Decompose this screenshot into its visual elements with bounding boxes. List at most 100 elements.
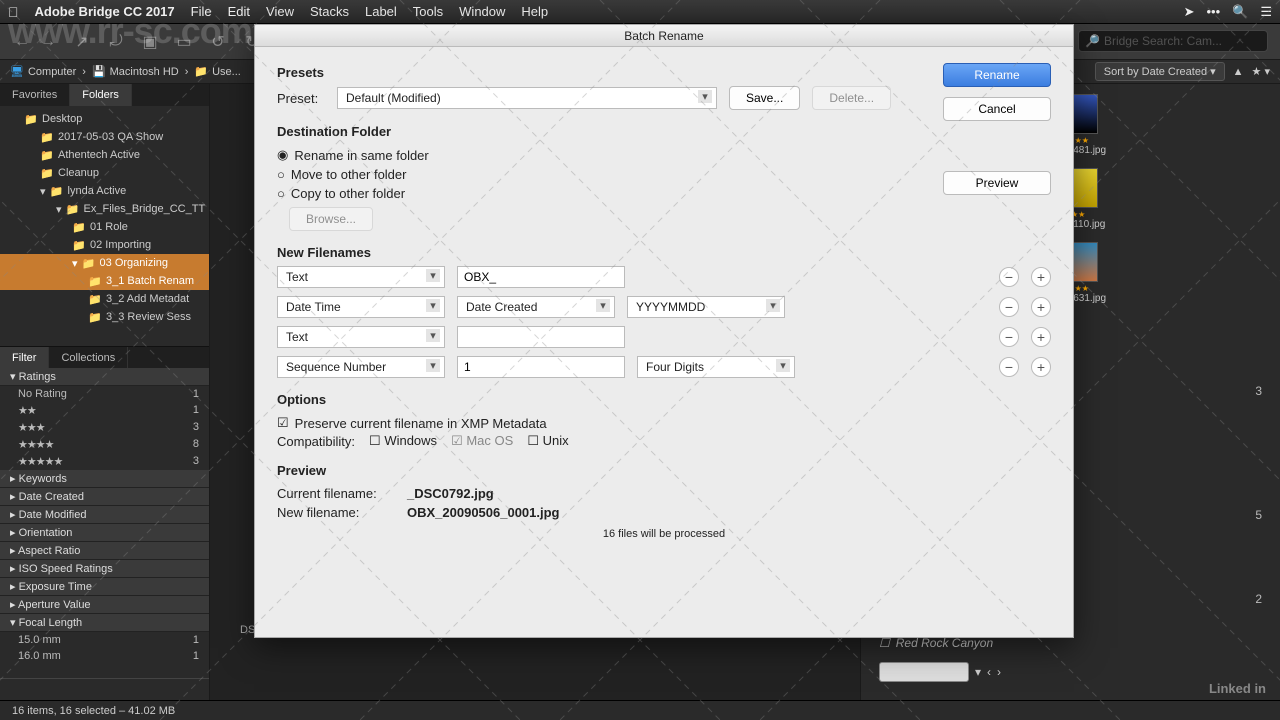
row-digits-select[interactable]: Four Digits — [637, 356, 795, 378]
filter-section[interactable]: ▸ Keywords — [0, 470, 209, 488]
filter-row[interactable]: ★★★3 — [0, 419, 209, 436]
add-row-button[interactable]: + — [1031, 267, 1051, 287]
filter-row[interactable]: ★★★★8 — [0, 436, 209, 453]
radio-move-folder[interactable]: ○Move to other folder — [277, 165, 1051, 184]
radio-copy-folder[interactable]: ○Copy to other folder — [277, 184, 1051, 203]
tab-filter[interactable]: Filter — [0, 347, 49, 368]
add-row-button[interactable]: + — [1031, 297, 1051, 317]
radio-icon: ○ — [277, 186, 285, 201]
next-icon[interactable]: › — [997, 665, 1001, 679]
row-type-select[interactable]: Text — [277, 266, 445, 288]
tab-collections[interactable]: Collections — [49, 347, 128, 368]
folder-icon: 📁 — [88, 293, 102, 306]
filter-section[interactable]: ▸ Date Modified — [0, 506, 209, 524]
filter-row[interactable]: 16.0 mm1 — [0, 648, 209, 664]
filter-star-icon[interactable]: ★ ▾ — [1252, 65, 1270, 78]
filter-section[interactable]: ▸ Exposure Time — [0, 578, 209, 596]
preset-select[interactable]: Default (Modified) — [337, 87, 717, 109]
menu-list-icon[interactable]: ☰ — [1260, 4, 1272, 20]
crumb-computer[interactable]: 🖥Computer — [10, 65, 76, 78]
tree-item[interactable]: ▾📁Ex_Files_Bridge_CC_TT — [0, 200, 209, 218]
menu-label[interactable]: Label — [365, 4, 397, 19]
crumb-hd[interactable]: 💾Macintosh HD — [92, 65, 179, 78]
folder-icon: 📁 — [88, 275, 102, 288]
tree-leaf[interactable]: 📁3_2 Add Metadat — [0, 290, 209, 308]
filter-section[interactable]: ▸ Aspect Ratio — [0, 542, 209, 560]
save-preset-button[interactable]: Save... — [729, 86, 800, 110]
remove-row-button[interactable]: − — [999, 357, 1019, 377]
filter-section[interactable]: ▸ Orientation — [0, 524, 209, 542]
folder-icon: 📁 — [88, 311, 102, 324]
filter-ratings-header[interactable]: ▾ Ratings — [0, 368, 209, 386]
row-datefmt-select[interactable]: YYYYMMDD — [627, 296, 785, 318]
menu-stacks[interactable]: Stacks — [310, 4, 349, 19]
remove-row-button[interactable]: − — [999, 267, 1019, 287]
tree-item-selected[interactable]: ▾📁03 Organizing — [0, 254, 209, 272]
tree-item[interactable]: ▾📁lynda Active — [0, 182, 209, 200]
tree-item[interactable]: 📁02 Importing — [0, 236, 209, 254]
checkbox-checked-icon: ☑ — [451, 433, 463, 448]
crumb-users[interactable]: 📁Use... — [194, 65, 240, 78]
folder-icon: 📁 — [72, 221, 86, 234]
menu-help[interactable]: Help — [521, 4, 548, 19]
row-text-input[interactable] — [457, 326, 625, 348]
current-filename-value: _DSC0792.jpg — [407, 486, 494, 501]
row-type-select[interactable]: Text — [277, 326, 445, 348]
drive-icon: 💾 — [92, 65, 106, 78]
tree-item[interactable]: 📁2017-05-03 QA Show — [0, 128, 209, 146]
menu-window[interactable]: Window — [459, 4, 505, 19]
row-type-select[interactable]: Sequence Number — [277, 356, 445, 378]
checkbox-icon[interactable]: ☐ — [879, 636, 890, 650]
row-type-select[interactable]: Date Time — [277, 296, 445, 318]
sort-asc-icon[interactable]: ▲ — [1233, 66, 1244, 78]
row-seq-input[interactable] — [457, 356, 625, 378]
tree-item[interactable]: 📁Athentech Active — [0, 146, 209, 164]
location-icon[interactable]: ➤ — [1184, 4, 1195, 20]
sort-dropdown[interactable]: Sort by Date Created ▾ — [1095, 62, 1225, 81]
chevron-down-icon[interactable]: ▾ — [975, 665, 981, 679]
tree-desktop[interactable]: 📁Desktop — [0, 110, 209, 128]
spotlight-icon[interactable]: 🔍 — [1232, 4, 1248, 20]
tab-favorites[interactable]: Favorites — [0, 84, 70, 106]
menu-tools[interactable]: Tools — [413, 4, 443, 19]
radio-same-folder[interactable]: ◉Rename in same folder — [277, 145, 1051, 165]
tree-leaf[interactable]: 📁3_3 Review Sess — [0, 308, 209, 326]
tree-item[interactable]: 📁01 Role — [0, 218, 209, 236]
row-datesrc-select[interactable]: Date Created — [457, 296, 615, 318]
tree-leaf-selected[interactable]: 📁3_1 Batch Renam — [0, 272, 209, 290]
status-text: 16 items, 16 selected – 41.02 MB — [12, 705, 175, 717]
preview-button[interactable]: Preview — [943, 171, 1051, 195]
filter-row[interactable]: ★★1 — [0, 402, 209, 419]
remove-row-button[interactable]: − — [999, 327, 1019, 347]
preview-header: Preview — [277, 463, 1051, 478]
row-text-input[interactable] — [457, 266, 625, 288]
remove-row-button[interactable]: − — [999, 297, 1019, 317]
preserve-checkbox[interactable]: ☑Preserve current filename in XMP Metada… — [277, 413, 1051, 433]
filter-section[interactable]: ▸ Date Created — [0, 488, 209, 506]
rename-button[interactable]: Rename — [943, 63, 1051, 87]
search-input[interactable]: 🔎 Bridge Search: Cam... — [1078, 30, 1268, 52]
browse-button: Browse... — [289, 207, 373, 231]
filename-row: Date Time Date Created YYYYMMDD − + — [277, 296, 1051, 318]
compat-windows[interactable]: ☐ Windows — [369, 433, 437, 449]
filename-row: Sequence Number Four Digits − + — [277, 356, 1051, 378]
keyword-search-input[interactable] — [879, 662, 969, 682]
more-icon[interactable]: ••• — [1207, 4, 1221, 19]
add-row-button[interactable]: + — [1031, 327, 1051, 347]
checkbox-icon: ☐ — [527, 433, 539, 448]
filter-section[interactable]: ▾ Focal Length — [0, 614, 209, 632]
filter-row[interactable]: 15.0 mm1 — [0, 632, 209, 648]
filename-row: Text − + — [277, 266, 1051, 288]
new-filenames-header: New Filenames — [277, 245, 1051, 260]
tree-item[interactable]: 📁Cleanup — [0, 164, 209, 182]
menu-view[interactable]: View — [266, 4, 294, 19]
compat-unix[interactable]: ☐ Unix — [527, 433, 568, 449]
filter-row[interactable]: No Rating1 — [0, 386, 209, 402]
tab-folders[interactable]: Folders — [70, 84, 132, 106]
prev-icon[interactable]: ‹ — [987, 665, 991, 679]
filter-section[interactable]: ▸ Aperture Value — [0, 596, 209, 614]
filter-section[interactable]: ▸ ISO Speed Ratings — [0, 560, 209, 578]
cancel-button[interactable]: Cancel — [943, 97, 1051, 121]
filter-row[interactable]: ★★★★★3 — [0, 453, 209, 470]
add-row-button[interactable]: + — [1031, 357, 1051, 377]
